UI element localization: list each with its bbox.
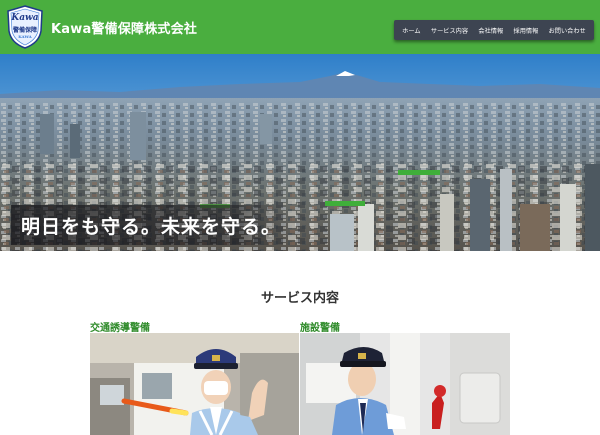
company-name[interactable]: Kawa警備保障株式会社 xyxy=(51,18,197,37)
nav-recruit[interactable]: 採用情報 xyxy=(514,26,539,35)
site-header: Kawa 警備保障 KAWA Kawa警備保障株式会社 ホーム サービス内容 会… xyxy=(0,0,600,54)
traffic-guard-photo xyxy=(90,333,299,435)
logo-line-1: Kawa xyxy=(11,13,39,23)
logo-line-3: KAWA xyxy=(18,34,32,39)
nav-services[interactable]: サービス内容 xyxy=(431,26,468,35)
hero-tagline-box: 明日をも守る。未来を守る。 xyxy=(11,205,292,245)
nav-home[interactable]: ホーム xyxy=(402,26,420,35)
facility-guard-image[interactable] xyxy=(300,333,510,435)
nav-company[interactable]: 会社情報 xyxy=(478,26,503,35)
nav-contact[interactable]: お問い合わせ xyxy=(549,26,586,35)
traffic-guard-image[interactable] xyxy=(90,333,299,435)
services-section-title: サービス内容 xyxy=(260,291,339,306)
service-label-facility[interactable]: 施設警備 xyxy=(300,319,340,334)
main-nav: ホーム サービス内容 会社情報 採用情報 お問い合わせ xyxy=(394,20,594,40)
company-logo[interactable]: Kawa 警備保障 KAWA xyxy=(6,5,44,49)
facility-guard-photo xyxy=(300,333,510,435)
hero-tagline: 明日をも守る。未来を守る。 xyxy=(21,216,282,238)
logo-line-2: 警備保障 xyxy=(12,27,37,34)
service-label-traffic[interactable]: 交通誘導警備 xyxy=(90,319,150,334)
